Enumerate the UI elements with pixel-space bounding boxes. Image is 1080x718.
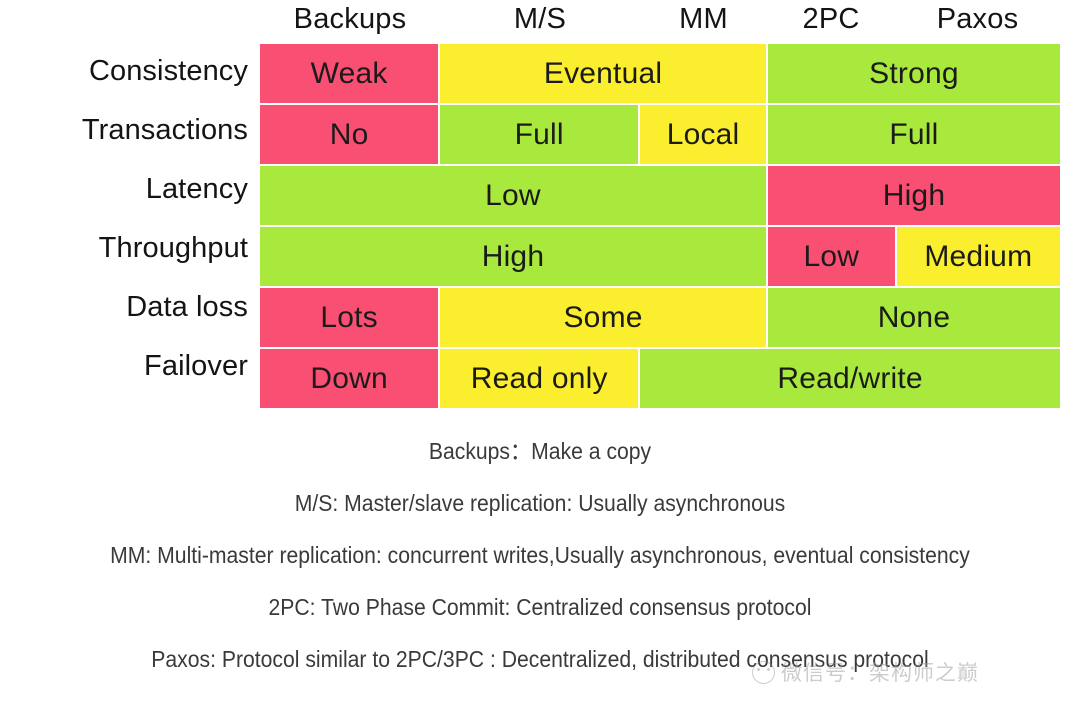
- legend-line-backups: Backups：Make a copy: [428, 438, 652, 464]
- table-cell: Local: [640, 105, 766, 164]
- legend-line-mm: MM: Multi-master replication: concurrent…: [110, 542, 970, 568]
- table-cell: Down: [260, 349, 439, 408]
- table-row: No Full Local Full: [260, 105, 1060, 164]
- legend-line-2pc: 2PC: Two Phase Commit: Centralized conse…: [268, 594, 812, 620]
- table-cell: High: [767, 166, 1060, 225]
- table-cell: Full: [440, 105, 639, 164]
- row-label-transactions: Transactions: [81, 114, 248, 146]
- table-cell: Lots: [260, 288, 439, 347]
- column-header-mm: MM: [679, 3, 728, 35]
- column-header-backups: Backups: [293, 3, 407, 35]
- table-cell: Read/write: [640, 349, 1060, 408]
- table-row: Weak Eventual Strong: [260, 44, 1060, 103]
- comparison-table: Backups M/S MM 2PC Paxos Consistency Tra…: [0, 0, 1080, 408]
- row-label-latency: Latency: [145, 173, 248, 205]
- table-column-headers: Backups M/S MM 2PC Paxos: [260, 0, 1060, 42]
- table-row: Down Read only Read/write: [260, 349, 1060, 408]
- table-cell: High: [260, 227, 766, 286]
- column-header-paxos: Paxos: [936, 3, 1019, 35]
- table-row-labels: Consistency Transactions Latency Through…: [0, 42, 248, 396]
- table-cell: Some: [440, 288, 766, 347]
- row-label-failover: Failover: [144, 350, 248, 382]
- table-row: Low High: [260, 166, 1060, 225]
- row-label-data-loss: Data loss: [126, 291, 248, 323]
- table-row: Lots Some None: [260, 288, 1060, 347]
- row-label-consistency: Consistency: [88, 55, 248, 87]
- table-cell: Weak: [260, 44, 439, 103]
- table-body: Weak Eventual Strong No Full Local Full …: [260, 44, 1060, 410]
- table-cell: Full: [767, 105, 1060, 164]
- column-header-ms: M/S: [513, 3, 567, 35]
- row-label-throughput: Throughput: [98, 232, 248, 264]
- table-cell: No: [260, 105, 439, 164]
- column-header-2pc: 2PC: [802, 3, 860, 35]
- legend-block: Backups：Make a copy M/S: Master/slave re…: [0, 440, 1080, 700]
- table-cell: Read only: [440, 349, 639, 408]
- table-cell: Low: [260, 166, 766, 225]
- table-cell: Strong: [767, 44, 1060, 103]
- table-cell: None: [767, 288, 1060, 347]
- legend-line-paxos: Paxos: Protocol similar to 2PC/3PC : Dec…: [151, 646, 929, 672]
- table-cell: Medium: [896, 227, 1060, 286]
- table-cell: Low: [767, 227, 895, 286]
- table-row: High Low Medium: [260, 227, 1060, 286]
- legend-line-ms: M/S: Master/slave replication: Usually a…: [294, 490, 786, 516]
- table-cell: Eventual: [440, 44, 766, 103]
